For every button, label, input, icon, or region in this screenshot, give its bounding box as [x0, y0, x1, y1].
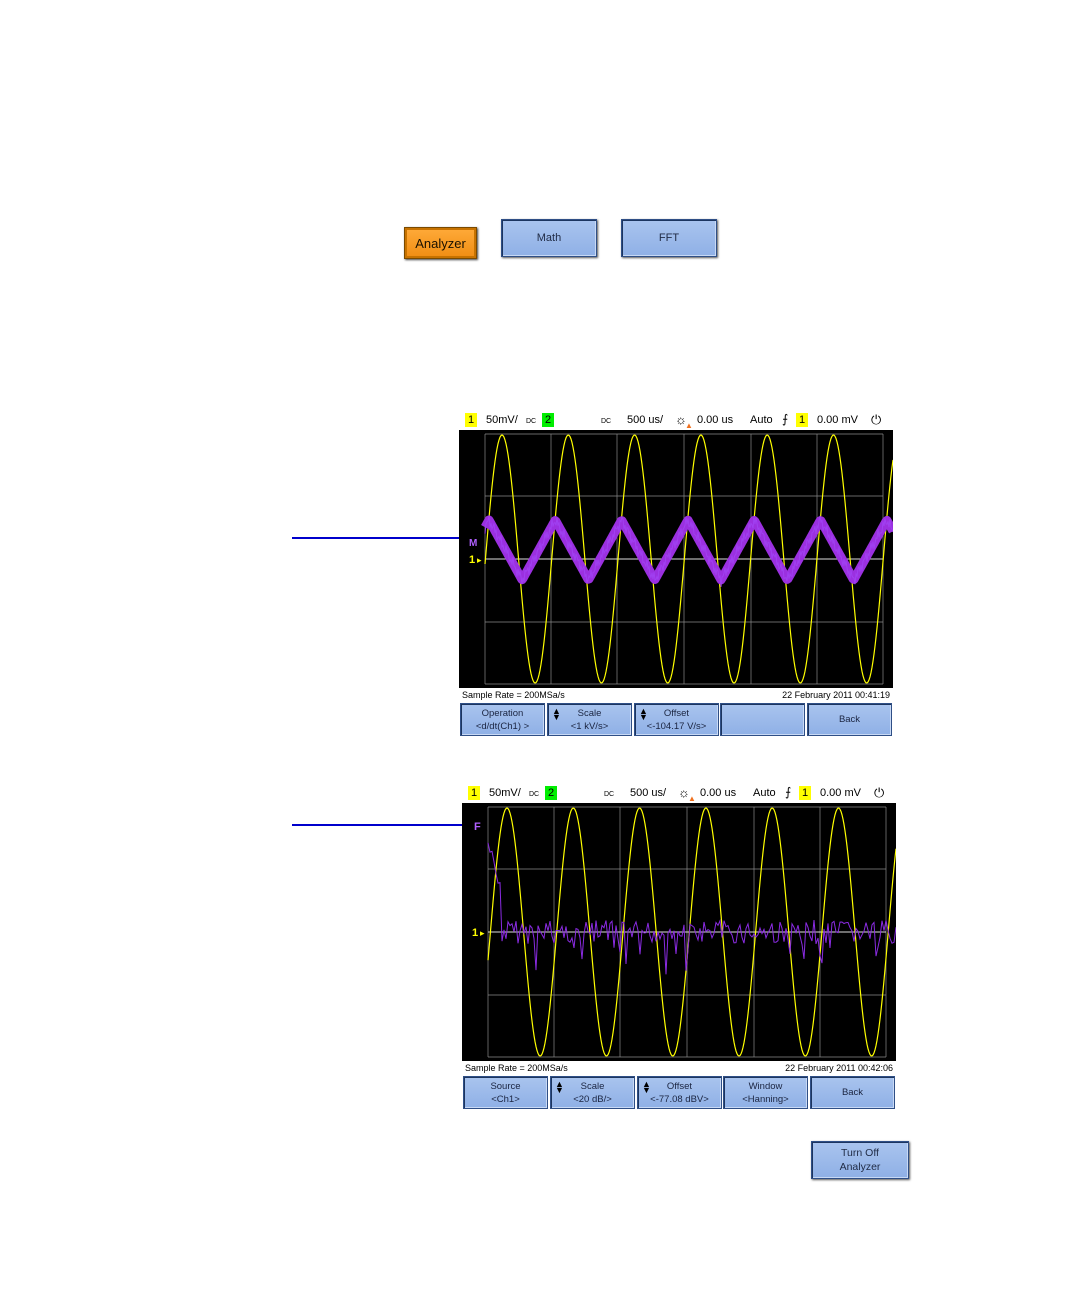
rising-edge-icon: ⨍	[785, 785, 792, 799]
sample-rate: Sample Rate = 200MSa/s	[465, 1063, 568, 1073]
softkey-bar: Operation <d/dt(Ch1) > ▲ ▼ Scale <1 kV/s>…	[459, 703, 893, 737]
math-waveform	[481, 515, 897, 585]
trigger-source-badge[interactable]: 1	[796, 413, 809, 427]
ch2-badge[interactable]: 2	[545, 786, 558, 800]
ch1-badge[interactable]: 1	[468, 786, 481, 800]
trigger-level: 0.00 mV	[820, 787, 861, 799]
waveform-canvas: F 1 ▸	[472, 806, 897, 1058]
delay: 0.00 us	[697, 414, 734, 426]
softkey-value: <20 dB/>	[573, 1094, 612, 1105]
status-bar: 1 50mV/ DC 2 DC 500 us/ ☼ ▲ 0.00 us Auto…	[459, 412, 893, 430]
info-bar: Sample Rate = 200MSa/s 22 February 2011 …	[459, 688, 893, 703]
softkey-label: Operation	[481, 708, 524, 719]
softkey-label: Back	[838, 714, 861, 725]
softkey-offset[interactable]: ▲ ▼ Offset <-104.17 V/s>	[634, 703, 719, 736]
ch1-ground-marker: 1	[469, 554, 475, 566]
timebase: 500 us/	[630, 787, 667, 799]
scope-display-fft: 1 50mV/ DC 2 DC 500 us/ ☼ ▲ 0.00 us Auto…	[462, 785, 897, 1111]
trigger-mode: Auto	[753, 787, 776, 799]
fft-waveform-leader-line	[292, 824, 472, 826]
power-plug-icon: ⏻	[874, 785, 885, 800]
timebase: 500 us/	[627, 414, 664, 426]
ch1-ground-marker: 1	[472, 927, 478, 939]
power-plug-icon: ⏻	[871, 412, 882, 427]
softkey-value: <d/dt(Ch1) >	[475, 721, 530, 732]
scope-display-math: 1 50mV/ DC 2 DC 500 us/ ☼ ▲ 0.00 us Auto…	[459, 412, 897, 738]
softkey-label: Offset	[666, 1081, 693, 1092]
trigger-mode: Auto	[750, 414, 773, 426]
fft-ground-marker: F	[474, 821, 481, 833]
datetime: 22 February 2011 00:42:06	[785, 1063, 893, 1073]
math-waveform-leader-line	[292, 537, 473, 539]
trigger-position-marker-icon: ▲	[685, 421, 693, 430]
waveform-area: F 1 ▸	[462, 803, 897, 1061]
softkey-value: <1 kV/s>	[570, 721, 609, 732]
math-button[interactable]: Math	[501, 219, 597, 257]
waveform-area: M 1 ▸	[459, 430, 897, 688]
softkey-value: <-104.17 V/s>	[646, 721, 707, 732]
softkey-label: Back	[841, 1087, 864, 1098]
softkey-window[interactable]: Window <Hanning>	[723, 1076, 808, 1109]
softkey-back[interactable]: Back	[807, 703, 892, 736]
datetime: 22 February 2011 00:41:19	[782, 690, 890, 700]
math-ground-marker: M	[469, 538, 477, 549]
softkey-source[interactable]: Source <Ch1>	[463, 1076, 548, 1109]
ch1-ground-arrow-icon: ▸	[480, 928, 485, 938]
softkey-label: Offset	[663, 708, 690, 719]
softkey-scale[interactable]: ▲ ▼ Scale <1 kV/s>	[547, 703, 632, 736]
softkey-operation[interactable]: Operation <d/dt(Ch1) >	[460, 703, 545, 736]
turn-off-label-line1: Turn Off	[841, 1147, 879, 1159]
fft-button[interactable]: FFT	[621, 219, 717, 257]
ch1-badge[interactable]: 1	[465, 413, 478, 427]
delay: 0.00 us	[700, 787, 737, 799]
waveform-canvas: M 1 ▸	[469, 433, 897, 685]
softkey-value: <Hanning>	[742, 1094, 789, 1105]
ch1-scale: 50mV/	[489, 787, 521, 799]
softkey-blank[interactable]	[720, 703, 805, 736]
ch1-scale: 50mV/	[486, 414, 518, 426]
trigger-level: 0.00 mV	[817, 414, 858, 426]
rising-edge-icon: ⨍	[782, 412, 789, 426]
ch2-coupling: DC	[604, 791, 615, 798]
fft-waveform	[487, 842, 897, 975]
softkey-label: Scale	[580, 1081, 605, 1092]
softkey-label: Scale	[577, 708, 602, 719]
ch2-badge[interactable]: 2	[542, 413, 555, 427]
softkey-value: <-77.08 dBV>	[650, 1094, 709, 1105]
softkey-label: Window	[748, 1081, 783, 1092]
ch1-ground-arrow-icon: ▸	[477, 555, 482, 565]
ch2-coupling: DC	[601, 418, 612, 425]
softkey-offset[interactable]: ▲ ▼ Offset <-77.08 dBV>	[637, 1076, 722, 1109]
trigger-source-badge[interactable]: 1	[799, 786, 812, 800]
ch1-coupling: DC	[529, 791, 540, 798]
softkey-scale[interactable]: ▲ ▼ Scale <20 dB/>	[550, 1076, 635, 1109]
info-bar: Sample Rate = 200MSa/s 22 February 2011 …	[462, 1061, 896, 1076]
math-waveform-noise	[484, 515, 894, 587]
softkey-back[interactable]: Back	[810, 1076, 895, 1109]
trigger-position-marker-icon: ▲	[688, 794, 696, 803]
softkey-value: <Ch1>	[491, 1094, 520, 1105]
softkey-label: Source	[490, 1081, 521, 1092]
status-bar: 1 50mV/ DC 2 DC 500 us/ ☼ ▲ 0.00 us Auto…	[462, 785, 896, 803]
sample-rate: Sample Rate = 200MSa/s	[462, 690, 565, 700]
analyzer-button[interactable]: Analyzer	[404, 227, 477, 259]
softkey-bar: Source <Ch1> ▲ ▼ Scale <20 dB/> ▲ ▼ Offset…	[462, 1076, 896, 1110]
ch1-coupling: DC	[526, 418, 537, 425]
turn-off-label-line2: Analyzer	[839, 1161, 881, 1173]
turn-off-analyzer-button[interactable]: Turn Off Analyzer	[811, 1141, 909, 1179]
